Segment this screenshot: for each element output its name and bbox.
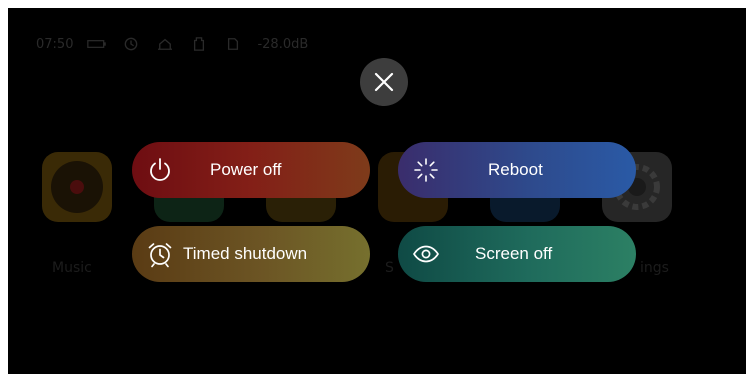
- alarm-clock-icon: [146, 240, 174, 268]
- screen-off-label: Screen off: [475, 244, 553, 263]
- power-off-label: Power off: [210, 160, 282, 179]
- close-button[interactable]: [360, 58, 408, 106]
- music-app-icon: [42, 152, 112, 222]
- reboot-label: Reboot: [488, 160, 543, 179]
- power-icon: [146, 156, 174, 184]
- battery-icon: [87, 37, 107, 51]
- settings-app-label: ings: [640, 260, 669, 276]
- screen-off-button[interactable]: Screen off: [398, 226, 636, 282]
- timed-shutdown-label: Timed shutdown: [183, 244, 308, 263]
- dark-app-label: S: [385, 260, 394, 276]
- sim-icon: [223, 37, 243, 51]
- signal-strength: -28.0dB: [257, 36, 309, 52]
- power-off-button[interactable]: Power off: [132, 142, 370, 198]
- clock-icon: [121, 37, 141, 51]
- home-signal-icon: [155, 37, 175, 51]
- status-bar: 07:50 -28.0dB: [36, 34, 308, 54]
- music-app-label: Music: [52, 260, 92, 276]
- reboot-button[interactable]: Reboot: [398, 142, 636, 198]
- eye-icon: [412, 240, 440, 268]
- timed-shutdown-button[interactable]: Timed shutdown: [132, 226, 370, 282]
- reboot-icon: [412, 156, 440, 184]
- sd-card-icon: [189, 37, 209, 51]
- close-icon: [374, 72, 394, 92]
- status-time: 07:50: [36, 36, 74, 52]
- screen: 07:50 -28.0dB Music S ings Power off Reb…: [8, 8, 746, 374]
